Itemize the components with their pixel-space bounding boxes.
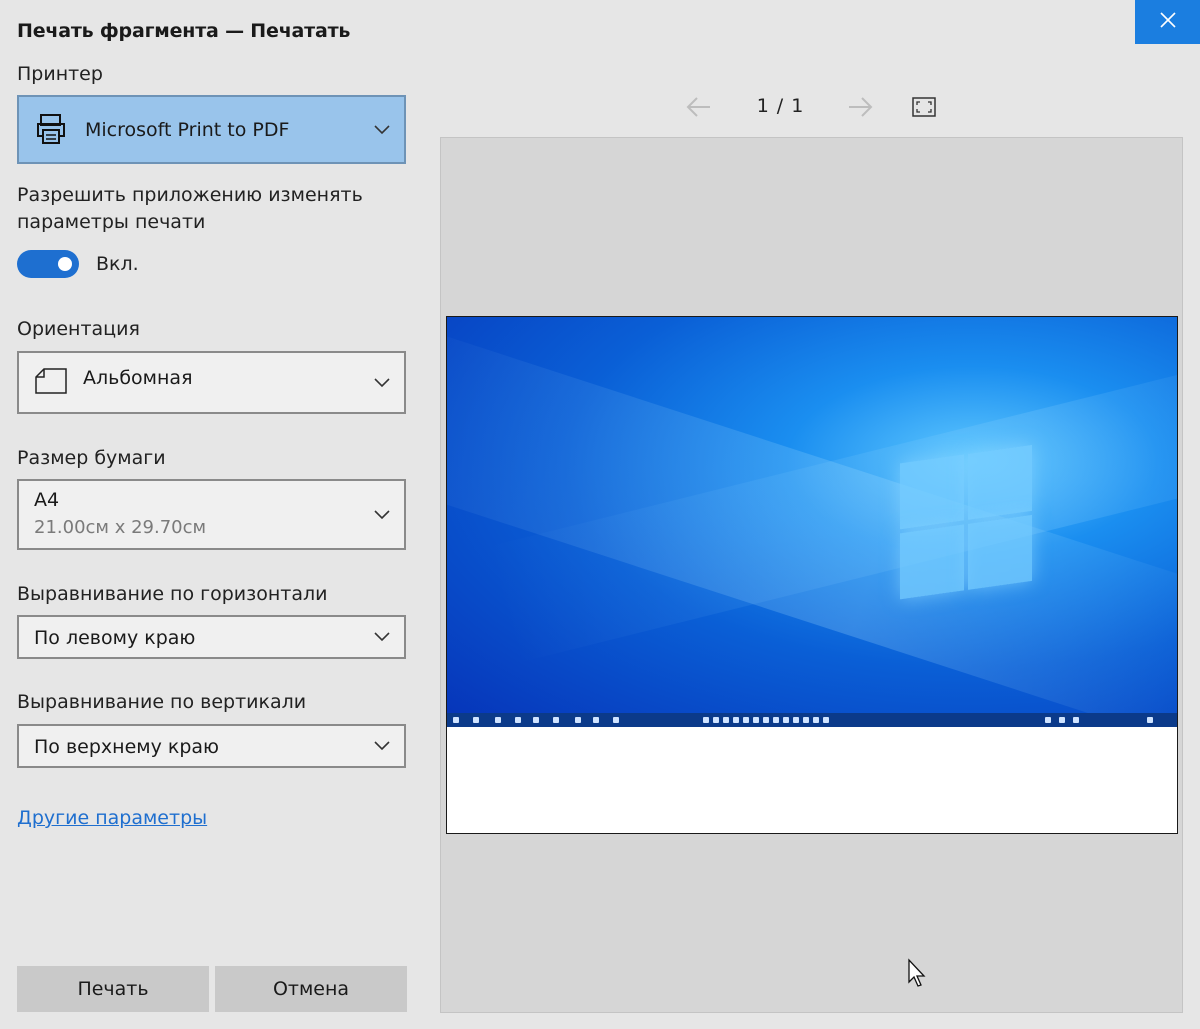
halign-label: Выравнивание по горизонтали xyxy=(17,583,328,605)
taskbar xyxy=(447,713,1177,727)
allow-app-label-line2: параметры печати xyxy=(17,211,206,233)
chevron-down-icon xyxy=(374,632,390,642)
arrow-right-icon[interactable] xyxy=(845,90,875,124)
chevron-down-icon xyxy=(374,741,390,751)
page-current: 1 xyxy=(756,95,769,117)
orientation-value: Альбомная xyxy=(83,367,193,389)
print-button[interactable]: Печать xyxy=(17,966,209,1012)
close-icon xyxy=(1159,12,1176,32)
page-separator: / xyxy=(776,95,784,117)
halign-value: По левому краю xyxy=(34,627,196,649)
orientation-dropdown[interactable]: Альбомная xyxy=(17,351,406,414)
close-button[interactable] xyxy=(1135,0,1200,44)
paper-size-label: Размер бумаги xyxy=(17,447,166,469)
paper-size-dropdown[interactable]: A4 21.00см x 29.70см xyxy=(17,479,406,550)
printer-icon xyxy=(36,113,66,149)
page-total: 1 xyxy=(791,95,804,117)
valign-label: Выравнивание по вертикали xyxy=(17,691,307,713)
allow-app-label-line1: Разрешить приложению изменять xyxy=(17,184,363,206)
mouse-cursor-icon xyxy=(907,958,927,988)
cancel-button[interactable]: Отмена xyxy=(215,966,407,1012)
valign-dropdown[interactable]: По верхнему краю xyxy=(17,724,406,768)
allow-app-toggle[interactable] xyxy=(17,250,79,278)
windows-logo xyxy=(900,444,1034,604)
printer-dropdown[interactable]: Microsoft Print to PDF xyxy=(17,95,406,164)
chevron-down-icon xyxy=(374,125,390,135)
arrow-left-icon[interactable] xyxy=(684,90,714,124)
chevron-down-icon xyxy=(374,510,390,520)
settings-panel: Печать фрагмента — Печатать Принтер Micr… xyxy=(0,0,425,1029)
toggle-state-label: Вкл. xyxy=(96,253,139,275)
preview-page xyxy=(446,316,1178,834)
printer-label: Принтер xyxy=(17,63,103,85)
printer-value: Microsoft Print to PDF xyxy=(85,119,290,141)
fullscreen-icon[interactable] xyxy=(911,96,937,130)
paper-size-detail: 21.00см x 29.70см xyxy=(34,517,207,538)
orientation-label: Ориентация xyxy=(17,318,140,340)
landscape-page-icon xyxy=(34,367,68,399)
halign-dropdown[interactable]: По левому краю xyxy=(17,615,406,659)
more-settings-link[interactable]: Другие параметры xyxy=(17,807,207,829)
page-indicator: 1 / 1 xyxy=(740,95,820,117)
chevron-down-icon xyxy=(374,378,390,388)
desktop-screenshot-image xyxy=(447,317,1177,727)
paper-size-value: A4 xyxy=(34,489,60,511)
window-title: Печать фрагмента — Печатать xyxy=(17,20,351,42)
toggle-knob xyxy=(58,257,72,271)
valign-value: По верхнему краю xyxy=(34,736,220,758)
